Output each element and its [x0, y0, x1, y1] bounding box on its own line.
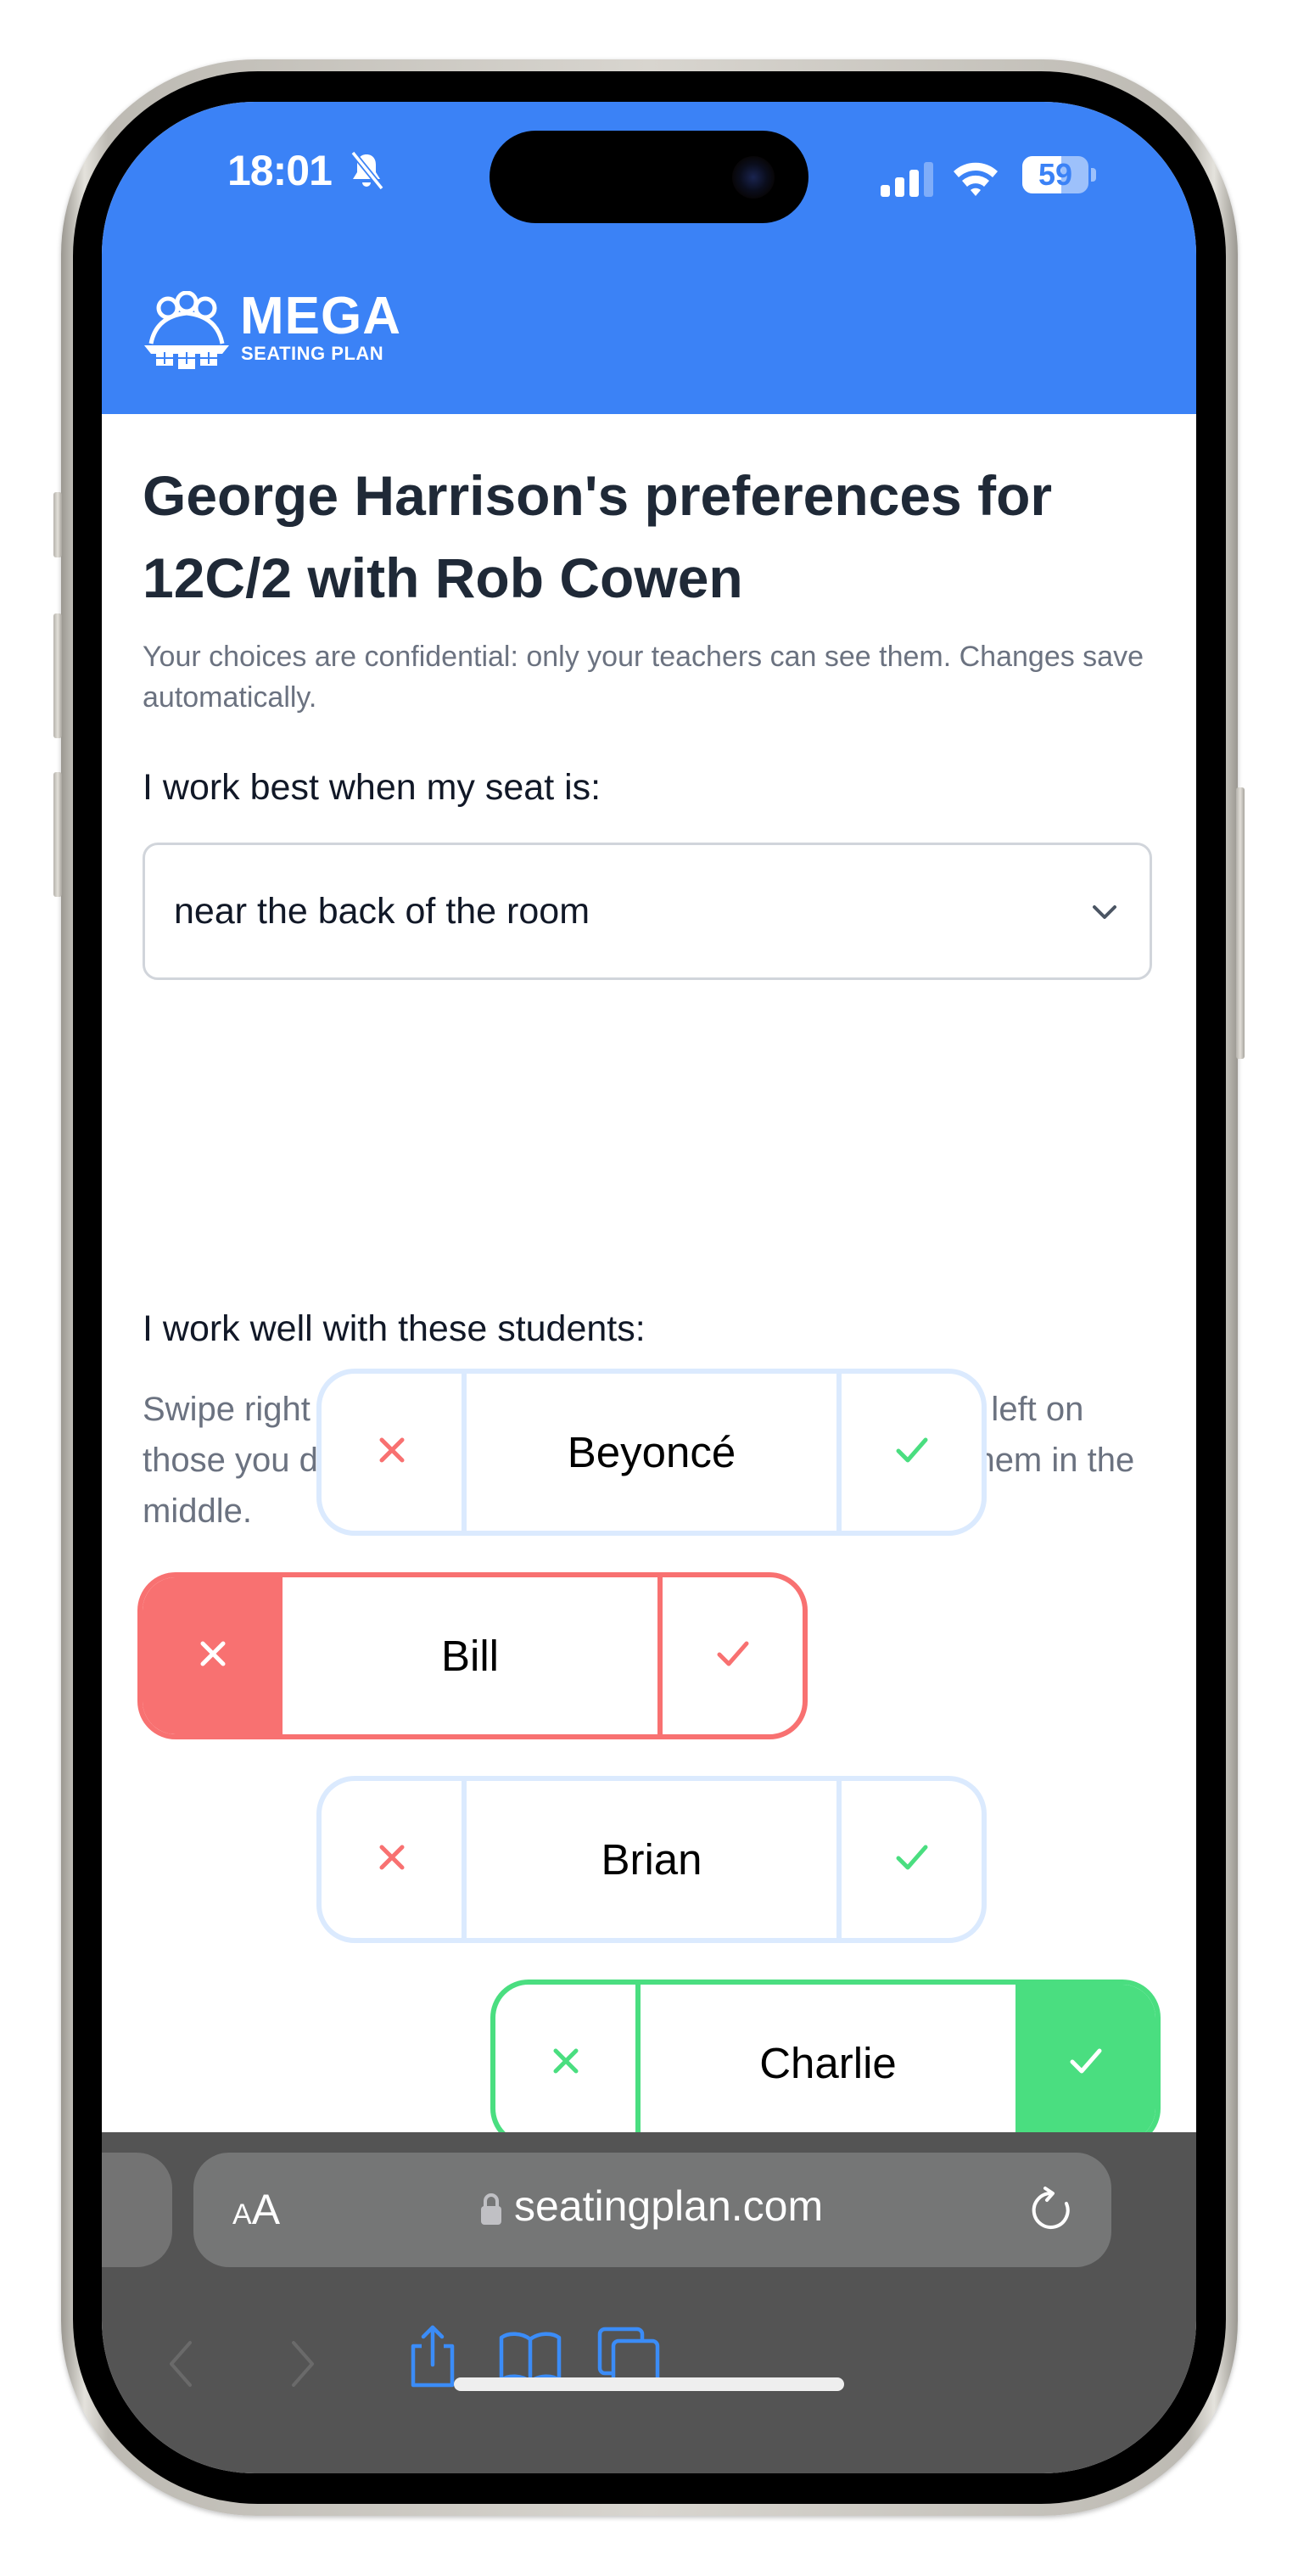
wifi-icon	[954, 162, 998, 196]
reload-icon[interactable]	[1028, 2187, 1074, 2234]
lock-icon	[481, 2193, 501, 2225]
screen: 18:01 59 MEGA SEATING PLAN George Harris…	[102, 102, 1196, 2473]
battery-indicator: 59	[1022, 156, 1088, 193]
camera-icon	[732, 156, 775, 199]
brand-name: MEGA	[240, 287, 401, 345]
text-size-button[interactable]: AA	[232, 2185, 280, 2234]
signal-icon	[881, 162, 933, 197]
brand-subtitle: SEATING PLAN	[241, 343, 384, 364]
chevron-left-icon[interactable]	[168, 2339, 193, 2388]
url-text: seatingplan.com	[514, 2182, 824, 2230]
student-name: Beyoncé	[462, 1374, 842, 1531]
reject-button[interactable]	[143, 1577, 283, 1734]
address-bar[interactable]: AA seatingplan.com	[193, 2153, 1111, 2267]
student-card[interactable]: Bill	[137, 1572, 808, 1739]
accept-button[interactable]	[842, 1781, 982, 1938]
power-button	[1236, 787, 1245, 1059]
student-name: Brian	[462, 1781, 842, 1938]
x-icon	[196, 1637, 230, 1675]
student-card[interactable]: Beyoncé	[316, 1369, 987, 1536]
x-icon	[549, 2044, 583, 2082]
seat-preference-select[interactable]: near the back of the room	[143, 843, 1152, 980]
accept-button[interactable]	[1015, 1985, 1155, 2142]
student-card[interactable]: Charlie	[490, 1980, 1161, 2147]
seat-preference-label: I work best when my seat is:	[143, 767, 601, 808]
chevron-down-icon	[1093, 905, 1116, 919]
seat-preference-value: near the back of the room	[174, 891, 590, 932]
accept-button[interactable]	[663, 1577, 803, 1734]
student-card[interactable]: Brian	[316, 1776, 987, 1943]
signal-bar	[909, 170, 919, 197]
home-indicator[interactable]	[454, 2377, 844, 2391]
accept-button[interactable]	[842, 1374, 982, 1531]
action-button	[53, 492, 62, 557]
volume-up-button	[53, 613, 62, 738]
reject-button[interactable]	[495, 1985, 635, 2142]
dynamic-island	[490, 131, 808, 223]
previous-tab-pill[interactable]	[102, 2153, 172, 2267]
signal-bar	[881, 185, 890, 197]
bell-slash-icon	[350, 151, 384, 190]
check-icon	[1069, 2044, 1103, 2082]
students-label: I work well with these students:	[143, 1308, 646, 1349]
student-name: Bill	[283, 1577, 663, 1734]
check-icon	[716, 1637, 750, 1675]
confidential-note: Your choices are confidential: only your…	[143, 641, 1144, 714]
check-icon	[895, 1840, 929, 1879]
text-size-small-label: A	[232, 2198, 252, 2231]
page-title: George Harrison's preferences for 12C/2 …	[143, 464, 1053, 609]
status-time: 18:01	[227, 147, 333, 194]
share-icon[interactable]	[403, 2324, 462, 2388]
battery-percent: 59	[1038, 157, 1073, 192]
signal-bar	[924, 162, 933, 197]
battery-tip	[1091, 168, 1096, 182]
reject-button[interactable]	[322, 1374, 462, 1531]
browser-toolbar: AA seatingplan.com	[102, 2132, 1196, 2473]
student-name: Charlie	[635, 1985, 1015, 2142]
text-size-large-label: A	[251, 2186, 281, 2233]
chevron-right-icon[interactable]	[290, 2339, 316, 2388]
reject-button[interactable]	[322, 1781, 462, 1938]
x-icon	[375, 1433, 409, 1471]
signal-bar	[895, 177, 904, 197]
check-icon	[895, 1433, 929, 1471]
volume-down-button	[53, 772, 62, 897]
app-header: 18:01 59 MEGA SEATING PLAN	[102, 102, 1196, 414]
people-desks-logo-icon	[144, 291, 229, 369]
x-icon	[375, 1840, 409, 1879]
